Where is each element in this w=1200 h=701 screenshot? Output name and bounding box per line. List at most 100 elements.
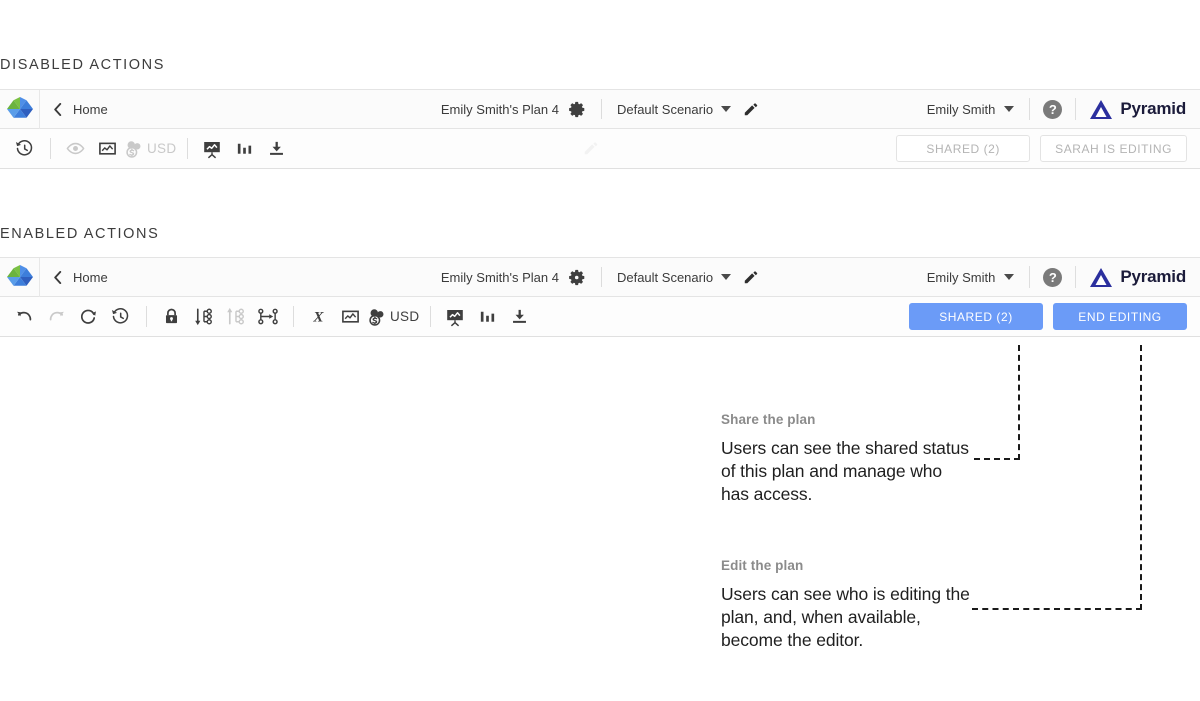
chevron-left-icon (53, 103, 62, 116)
brand-logo: Pyramid (1089, 267, 1186, 288)
pyramid-triangle-icon (1089, 267, 1113, 288)
presentation-board-icon[interactable] (440, 302, 470, 332)
scenario-caret-down-icon[interactable] (721, 106, 731, 112)
header-divider (601, 267, 602, 287)
coins-currency-icon (124, 139, 144, 159)
callout-leader-line-edit (972, 345, 1142, 610)
section-caption-enabled: ENABLED ACTIONS (0, 226, 159, 242)
callout-title: Edit the plan (721, 558, 971, 573)
header-divider (1075, 98, 1076, 120)
back-button[interactable] (50, 270, 64, 284)
app-window-enabled: Home Emily Smith's Plan 4 Default Scenar… (0, 257, 1200, 337)
pyramid-hexagon-logo-icon (7, 265, 33, 289)
allocate-down-icon[interactable] (188, 302, 218, 332)
screenshot-root: DISABLED ACTIONS (0, 0, 1200, 701)
header-divider (601, 99, 602, 119)
app-header-bar: Home Emily Smith's Plan 4 Default Scenar… (0, 89, 1200, 129)
scenario-name-label: Default Scenario (617, 102, 713, 117)
header-divider (1075, 266, 1076, 288)
user-menu-caret-down-icon[interactable] (1004, 274, 1014, 280)
framed-line-chart-icon[interactable] (335, 302, 365, 332)
callout-body: Users can see who is editing the plan, a… (721, 583, 971, 652)
lock-icon[interactable] (156, 302, 186, 332)
svg-text:X: X (312, 308, 324, 325)
end-editing-button[interactable]: END EDITING (1053, 303, 1187, 330)
back-button[interactable] (50, 102, 64, 116)
spread-across-icon[interactable] (252, 302, 282, 332)
editing-status-button-disabled: SARAH IS EDITING (1040, 135, 1187, 162)
redo-icon[interactable] (41, 302, 71, 332)
edit-scenario-button[interactable] (743, 269, 759, 285)
header-left-group: Home (0, 90, 108, 128)
breadcrumb-home[interactable]: Home (73, 102, 108, 117)
framed-line-chart-icon[interactable] (92, 134, 122, 164)
header-divider (1029, 266, 1030, 288)
app-logo[interactable] (0, 90, 40, 129)
toolbar-divider (293, 306, 294, 327)
pyramid-hexagon-logo-icon (7, 97, 33, 121)
breadcrumb-home[interactable]: Home (73, 270, 108, 285)
callout-body: Users can see the shared status of this … (721, 437, 971, 506)
currency-label: USD (147, 141, 176, 156)
user-name-label: Emily Smith (927, 102, 996, 117)
header-right-group: Emily Smith ? Pyramid (927, 90, 1200, 128)
header-left-group: Home (0, 258, 108, 296)
brand-name-label: Pyramid (1120, 267, 1186, 287)
app-logo[interactable] (0, 258, 40, 297)
bar-chart-icon[interactable] (472, 302, 502, 332)
reload-icon[interactable] (73, 302, 103, 332)
scenario-name-label: Default Scenario (617, 270, 713, 285)
app-header-bar: Home Emily Smith's Plan 4 Default Scenar… (0, 257, 1200, 297)
allocate-up-icon[interactable] (220, 302, 250, 332)
toolbar-divider (187, 138, 188, 159)
callout-share-the-plan: Share the plan Users can see the shared … (721, 412, 971, 506)
pyramid-triangle-icon (1089, 99, 1113, 120)
currency-toggle-enabled[interactable]: USD (367, 307, 419, 327)
header-divider (1029, 98, 1030, 120)
user-menu-caret-down-icon[interactable] (1004, 106, 1014, 112)
brand-name-label: Pyramid (1120, 99, 1186, 119)
presentation-board-icon[interactable] (197, 134, 227, 164)
plan-name-label: Emily Smith's Plan 4 (441, 270, 559, 285)
gear-icon (569, 269, 586, 286)
chevron-left-icon (53, 271, 62, 284)
edit-scenario-button[interactable] (743, 101, 759, 117)
toolbar-divider (50, 138, 51, 159)
coins-currency-icon (367, 307, 387, 327)
shared-button[interactable]: SHARED (2) (909, 303, 1043, 330)
pencil-icon (743, 101, 759, 117)
currency-toggle-disabled[interactable]: USD (124, 139, 176, 159)
plan-toolbar-enabled: X USD (0, 297, 1200, 337)
gear-icon (569, 101, 586, 118)
plan-toolbar-disabled: USD (0, 129, 1200, 169)
pencil-icon (743, 269, 759, 285)
undo-icon[interactable] (9, 302, 39, 332)
help-question-icon[interactable]: ? (1043, 268, 1062, 287)
plan-name-label: Emily Smith's Plan 4 (441, 102, 559, 117)
download-icon[interactable] (261, 134, 291, 164)
bar-chart-icon[interactable] (229, 134, 259, 164)
plan-settings-button[interactable] (569, 269, 586, 286)
history-clock-icon[interactable] (105, 302, 135, 332)
toolbar-divider (146, 306, 147, 327)
eye-visibility-icon[interactable] (60, 134, 90, 164)
toolbar-right-actions: SHARED (2) SARAH IS EDITING (896, 135, 1200, 162)
callout-edit-the-plan: Edit the plan Users can see who is editi… (721, 558, 971, 652)
toolbar-divider (430, 306, 431, 327)
header-right-group: Emily Smith ? Pyramid (927, 258, 1200, 296)
brand-logo: Pyramid (1089, 99, 1186, 120)
currency-label: USD (390, 309, 419, 324)
history-clock-icon[interactable] (9, 134, 39, 164)
app-window-disabled: Home Emily Smith's Plan 4 Default Scenar… (0, 89, 1200, 169)
shared-button-disabled: SHARED (2) (896, 135, 1030, 162)
clear-formula-icon[interactable]: X (303, 302, 333, 332)
callout-title: Share the plan (721, 412, 971, 427)
ghost-pencil-icon (583, 140, 599, 156)
section-caption-disabled: DISABLED ACTIONS (0, 57, 165, 73)
scenario-caret-down-icon[interactable] (721, 274, 731, 280)
download-icon[interactable] (504, 302, 534, 332)
plan-settings-button[interactable] (569, 101, 586, 118)
toolbar-right-actions: SHARED (2) END EDITING (909, 303, 1200, 330)
help-question-icon[interactable]: ? (1043, 100, 1062, 119)
user-name-label: Emily Smith (927, 270, 996, 285)
